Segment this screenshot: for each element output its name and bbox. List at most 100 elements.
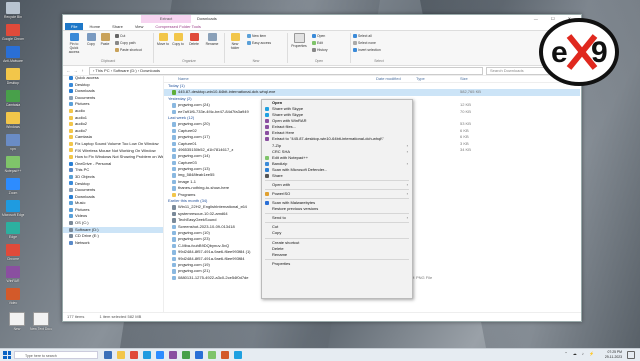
- nav-item[interactable]: Music: [63, 200, 163, 207]
- tab-share[interactable]: Share: [106, 23, 129, 30]
- desktop-icon[interactable]: WinRAR: [2, 266, 24, 283]
- invert-selection-button[interactable]: Invert selection: [353, 48, 381, 53]
- new-item-button[interactable]: New item: [247, 34, 266, 39]
- nav-item[interactable]: OneDrive - Personal: [63, 161, 163, 168]
- context-menu-item[interactable]: Restore previous versions: [262, 206, 412, 212]
- nav-item[interactable]: FIX Wireless Mouse Not Working On Window: [63, 148, 163, 155]
- nav-item[interactable]: audio2: [63, 121, 163, 128]
- taskbar-app-icon[interactable]: [234, 351, 242, 359]
- open-button[interactable]: Open: [312, 34, 325, 39]
- delete-button[interactable]: Delete: [187, 33, 201, 46]
- nav-item[interactable]: Pictures: [63, 101, 163, 108]
- desktop-icon[interactable]: Anti-Malware: [2, 46, 24, 63]
- nav-item[interactable]: audio1: [63, 115, 163, 122]
- taskbar-app-icon[interactable]: [104, 351, 112, 359]
- copy-path-button[interactable]: Copy path: [115, 41, 135, 46]
- select-all-button[interactable]: Select all: [353, 34, 372, 39]
- desktop-icon[interactable]: New Text Document: [30, 312, 52, 331]
- new-folder-button[interactable]: New folder: [227, 33, 243, 50]
- desktop-icon[interactable]: Google Chrome: [2, 24, 24, 41]
- notification-icon[interactable]: [627, 351, 635, 359]
- desktop-icon[interactable]: Microsoft Edge: [2, 200, 24, 217]
- taskbar-app-icon[interactable]: [195, 351, 203, 359]
- desktop-icon[interactable]: Edge: [2, 222, 24, 239]
- history-button[interactable]: History: [312, 48, 328, 53]
- taskbar-app-icon[interactable]: [208, 351, 216, 359]
- column-date-modified[interactable]: Date modified: [376, 75, 401, 82]
- nav-item[interactable]: Documents: [63, 95, 163, 102]
- tab-view[interactable]: View: [129, 23, 150, 30]
- context-menu-item[interactable]: Properties: [262, 261, 412, 267]
- desktop-icon[interactable]: Recycle Bin: [2, 2, 24, 19]
- nav-item[interactable]: 3D Objects: [63, 174, 163, 181]
- context-menu-item[interactable]: Copy: [262, 230, 412, 236]
- desktop-icon[interactable]: Camtasia: [2, 90, 24, 107]
- paste-shortcut-button[interactable]: Paste shortcut: [115, 48, 142, 53]
- nav-item[interactable]: Downloads: [63, 88, 163, 95]
- column-type[interactable]: Type: [416, 75, 425, 82]
- nav-item[interactable]: Desktop: [63, 181, 163, 188]
- tab-home[interactable]: Home: [83, 23, 106, 30]
- taskbar-app-icon[interactable]: [169, 351, 177, 359]
- context-menu-item[interactable]: Open with ›: [262, 182, 412, 188]
- easy-access-button[interactable]: Easy access: [247, 41, 271, 46]
- column-size[interactable]: Size: [460, 75, 468, 82]
- taskbar-app-icon[interactable]: [130, 351, 138, 359]
- cut-button[interactable]: Cut: [115, 34, 125, 39]
- desktop-icon[interactable]: Notepad++: [2, 156, 24, 173]
- nav-item[interactable]: This PC: [63, 167, 163, 174]
- context-menu-item[interactable]: Send to ›: [262, 215, 412, 221]
- desktop-icon[interactable]: Video: [2, 288, 24, 305]
- nav-item[interactable]: Quick access: [63, 75, 163, 82]
- nav-item[interactable]: Pictures: [63, 207, 163, 214]
- up-arrow-icon[interactable]: ↑: [79, 68, 86, 73]
- address-bar[interactable]: › This PC › Software (D:) › Downloads: [89, 66, 483, 75]
- nav-item[interactable]: OS (C:): [63, 220, 163, 227]
- taskbar-app-icon[interactable]: [143, 351, 151, 359]
- edit-button[interactable]: Edit: [312, 41, 323, 46]
- tab-file[interactable]: File: [65, 23, 84, 30]
- desktop-icon[interactable]: Chrome: [2, 244, 24, 261]
- nav-item[interactable]: Videos: [63, 213, 163, 220]
- context-menu-item[interactable]: Rename: [262, 252, 412, 258]
- title-bar[interactable]: Extract Downloads — ☐ ✕: [63, 15, 581, 23]
- copy-to-button[interactable]: Copy to: [171, 33, 185, 46]
- forward-arrow-icon[interactable]: →: [72, 68, 79, 73]
- extract-context-tab[interactable]: Extract: [141, 15, 191, 23]
- clock[interactable]: 07:25 PM 29-11-2023: [605, 350, 622, 360]
- context-menu-item[interactable]: Share: [262, 173, 412, 179]
- nav-item[interactable]: Documents: [63, 187, 163, 194]
- desktop-icon[interactable]: Windows: [2, 112, 24, 129]
- context-menu-item[interactable]: PowerISO ›: [262, 191, 412, 197]
- taskbar-app-icon[interactable]: [156, 351, 164, 359]
- file-row[interactable]: 445.87-desktop-win10-64bit-international…: [164, 89, 580, 96]
- taskbar-app-icon[interactable]: [117, 351, 125, 359]
- paste-button[interactable]: Paste: [99, 33, 111, 46]
- desktop-icon[interactable]: vpn: [2, 134, 24, 151]
- taskbar-app-icon[interactable]: [221, 351, 229, 359]
- system-tray-icons[interactable]: ⌃ ☁ ♪ ⚡: [564, 351, 596, 356]
- nav-item[interactable]: Fix Laptop Sound Volume Too Low On Windo…: [63, 141, 163, 148]
- nav-item[interactable]: Software (D:): [63, 226, 163, 234]
- desktop-icon[interactable]: New: [6, 312, 28, 331]
- nav-item[interactable]: audio7: [63, 128, 163, 135]
- nav-item[interactable]: CD Drive (E:): [63, 233, 163, 240]
- taskbar-search-input[interactable]: Type here to search: [14, 351, 98, 359]
- back-arrow-icon[interactable]: ←: [65, 68, 72, 73]
- nav-item[interactable]: Downloads: [63, 194, 163, 201]
- copy-button[interactable]: Copy: [85, 33, 97, 46]
- start-windows-icon[interactable]: [3, 351, 11, 359]
- pin-to-quick-access-button[interactable]: Pin to Quick access: [65, 33, 83, 54]
- nav-item[interactable]: Network: [63, 240, 163, 247]
- desktop-icon[interactable]: Zoom: [2, 178, 24, 195]
- rename-button[interactable]: Rename: [204, 33, 220, 46]
- move-to-button[interactable]: Move to: [156, 33, 170, 46]
- nav-item[interactable]: audio: [63, 108, 163, 115]
- taskbar-app-icon[interactable]: [182, 351, 190, 359]
- nav-item[interactable]: Camtasia: [63, 134, 163, 141]
- nav-item[interactable]: Desktop: [63, 82, 163, 89]
- nav-item[interactable]: How to Fix Windows Not Showing Problem o…: [63, 154, 163, 161]
- properties-button[interactable]: Properties: [290, 33, 308, 48]
- tab-compressed-folder-tools[interactable]: Compressed Folder Tools: [149, 23, 207, 30]
- column-name[interactable]: Name: [178, 75, 189, 82]
